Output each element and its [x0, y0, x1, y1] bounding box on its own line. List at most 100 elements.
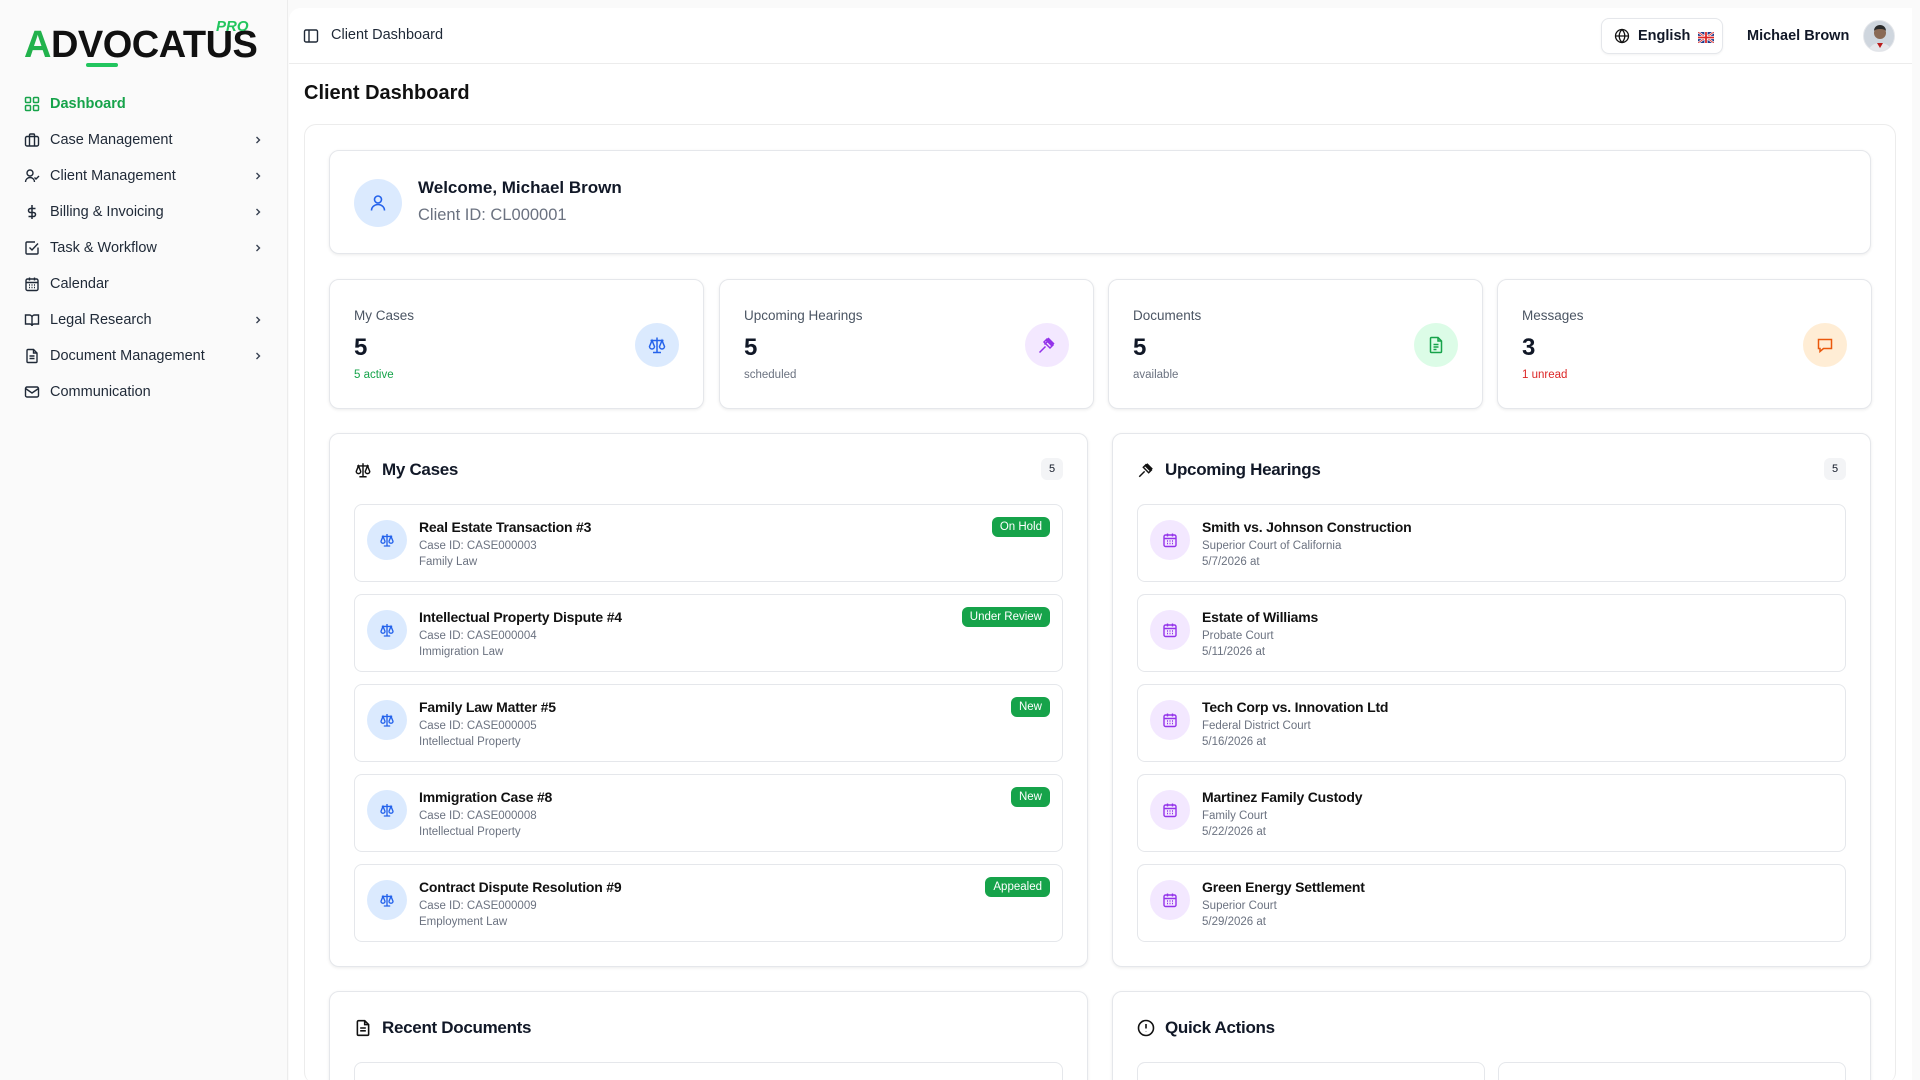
document-icon	[24, 348, 40, 364]
chevron-right-icon	[252, 314, 264, 326]
scale-icon	[367, 880, 407, 920]
sidebar-item-client-management[interactable]: Client Management	[16, 158, 272, 194]
case-item[interactable]: Family Law Matter #5 Case ID: CASE000005…	[354, 684, 1063, 762]
breadcrumb: Client Dashboard	[331, 27, 444, 43]
stat-value: 5	[1133, 334, 1147, 361]
panel-title: Recent Documents	[382, 1018, 532, 1037]
my-cases-panel: My Cases 5 Real Estate Transaction #3 Ca…	[329, 433, 1088, 967]
count-badge: 5	[1824, 458, 1846, 480]
alert-circle-icon	[1137, 1019, 1155, 1042]
hearing-item[interactable]: Martinez Family Custody Family Court 5/2…	[1137, 774, 1846, 852]
hearing-item[interactable]: Smith vs. Johnson Construction Superior …	[1137, 504, 1846, 582]
status-badge: New	[1010, 787, 1050, 807]
sidebar-item-legal-research[interactable]: Legal Research	[16, 302, 272, 338]
sidebar-item-calendar[interactable]: Calendar	[16, 266, 272, 302]
top-bar: Client Dashboard English Michael Brown	[289, 8, 1912, 64]
hearing-item[interactable]: Green Energy Settlement Superior Court 5…	[1137, 864, 1846, 942]
case-item[interactable]: Immigration Case #8 Case ID: CASE000008 …	[354, 774, 1063, 852]
mail-icon	[24, 384, 40, 400]
sidebar-item-case-management[interactable]: Case Management	[16, 122, 272, 158]
stat-sub: 1 unread	[1522, 369, 1568, 381]
brand-logo[interactable]: ADVOCATUS PRO	[24, 18, 258, 68]
hearing-title: Martinez Family Custody	[1202, 789, 1363, 805]
case-item[interactable]: Intellectual Property Dispute #4 Case ID…	[354, 594, 1063, 672]
document-icon	[354, 1019, 372, 1042]
sidebar-toggle-icon[interactable]	[303, 28, 319, 44]
chevron-right-icon	[252, 206, 264, 218]
sidebar-item-label: Calendar	[50, 276, 109, 292]
dollar-icon	[24, 204, 40, 220]
case-type: Employment Law	[419, 916, 508, 928]
count-badge: 5	[1041, 458, 1063, 480]
gavel-icon	[1025, 323, 1069, 367]
case-id: Case ID: CASE000008	[419, 810, 537, 822]
scale-icon	[367, 610, 407, 650]
stat-sub: 5 active	[354, 369, 394, 381]
sidebar-item-label: Communication	[50, 384, 151, 400]
sidebar: ADVOCATUS PRO Dashboard Case Management …	[0, 0, 288, 1080]
case-title: Real Estate Transaction #3	[419, 519, 592, 535]
hearing-item[interactable]: Tech Corp vs. Innovation Ltd Federal Dis…	[1137, 684, 1846, 762]
stat-value: 5	[354, 334, 368, 361]
panel-title: My Cases	[382, 460, 459, 479]
stat-label: My Cases	[354, 308, 415, 323]
case-item[interactable]: Real Estate Transaction #3 Case ID: CASE…	[354, 504, 1063, 582]
panel-title: Upcoming Hearings	[1165, 460, 1321, 479]
chevron-right-icon	[252, 134, 264, 146]
stat-card-documents[interactable]: Documents 5 available	[1108, 279, 1483, 409]
case-id: Case ID: CASE000003	[419, 540, 537, 552]
sidebar-item-label: Document Management	[50, 348, 205, 364]
chevron-right-icon	[252, 350, 264, 362]
hearing-date: 5/16/2026 at	[1202, 736, 1266, 748]
sidebar-item-label: Legal Research	[50, 312, 152, 328]
sidebar-nav: Dashboard Case Management Client Managem…	[16, 86, 272, 410]
sidebar-item-communication[interactable]: Communication	[16, 374, 272, 410]
scale-icon	[635, 323, 679, 367]
sidebar-item-task-workflow[interactable]: Task & Workflow	[16, 230, 272, 266]
sidebar-item-dashboard[interactable]: Dashboard	[16, 86, 272, 122]
language-selector[interactable]: English	[1601, 18, 1723, 54]
hearing-title: Smith vs. Johnson Construction	[1202, 519, 1412, 535]
users-icon	[24, 168, 40, 184]
stat-label: Messages	[1522, 308, 1584, 323]
hearing-item[interactable]: Estate of Williams Probate Court 5/11/20…	[1137, 594, 1846, 672]
status-badge: Appealed	[985, 877, 1050, 897]
document-item[interactable]	[354, 1062, 1063, 1080]
hearing-title: Tech Corp vs. Innovation Ltd	[1202, 699, 1389, 715]
case-type: Immigration Law	[419, 646, 504, 658]
chevron-right-icon	[252, 242, 264, 254]
case-id: Case ID: CASE000004	[419, 630, 537, 642]
sidebar-item-label: Task & Workflow	[50, 240, 157, 256]
file-icon	[1414, 323, 1458, 367]
book-icon	[24, 312, 40, 328]
sidebar-item-label: Case Management	[50, 132, 173, 148]
status-badge: New	[1010, 697, 1050, 717]
quick-action-button[interactable]	[1137, 1062, 1485, 1080]
sidebar-item-billing[interactable]: Billing & Invoicing	[16, 194, 272, 230]
quick-action-button[interactable]	[1498, 1062, 1846, 1080]
scale-icon	[367, 520, 407, 560]
user-name[interactable]: Michael Brown	[1747, 28, 1849, 44]
stat-value: 5	[744, 334, 758, 361]
sidebar-item-label: Dashboard	[50, 96, 126, 112]
calendar-icon	[1150, 790, 1190, 830]
page-title: Client Dashboard	[304, 82, 470, 104]
checkbox-icon	[24, 240, 40, 256]
calendar-icon	[1150, 610, 1190, 650]
stat-card-messages[interactable]: Messages 3 1 unread	[1497, 279, 1872, 409]
stat-card-my-cases[interactable]: My Cases 5 5 active	[329, 279, 704, 409]
globe-icon	[1614, 28, 1630, 44]
dashboard-icon	[24, 96, 40, 112]
stat-value: 3	[1522, 334, 1536, 361]
case-title: Contract Dispute Resolution #9	[419, 879, 622, 895]
calendar-icon	[1150, 520, 1190, 560]
stat-card-upcoming-hearings[interactable]: Upcoming Hearings 5 scheduled	[719, 279, 1094, 409]
case-item[interactable]: Contract Dispute Resolution #9 Case ID: …	[354, 864, 1063, 942]
hearing-date: 5/7/2026 at	[1202, 556, 1260, 568]
calendar-icon	[24, 276, 40, 292]
recent-documents-panel: Recent Documents	[329, 991, 1088, 1080]
sidebar-item-document-management[interactable]: Document Management	[16, 338, 272, 374]
case-title: Family Law Matter #5	[419, 699, 556, 715]
avatar[interactable]	[1863, 20, 1895, 52]
case-type: Family Law	[419, 556, 478, 568]
